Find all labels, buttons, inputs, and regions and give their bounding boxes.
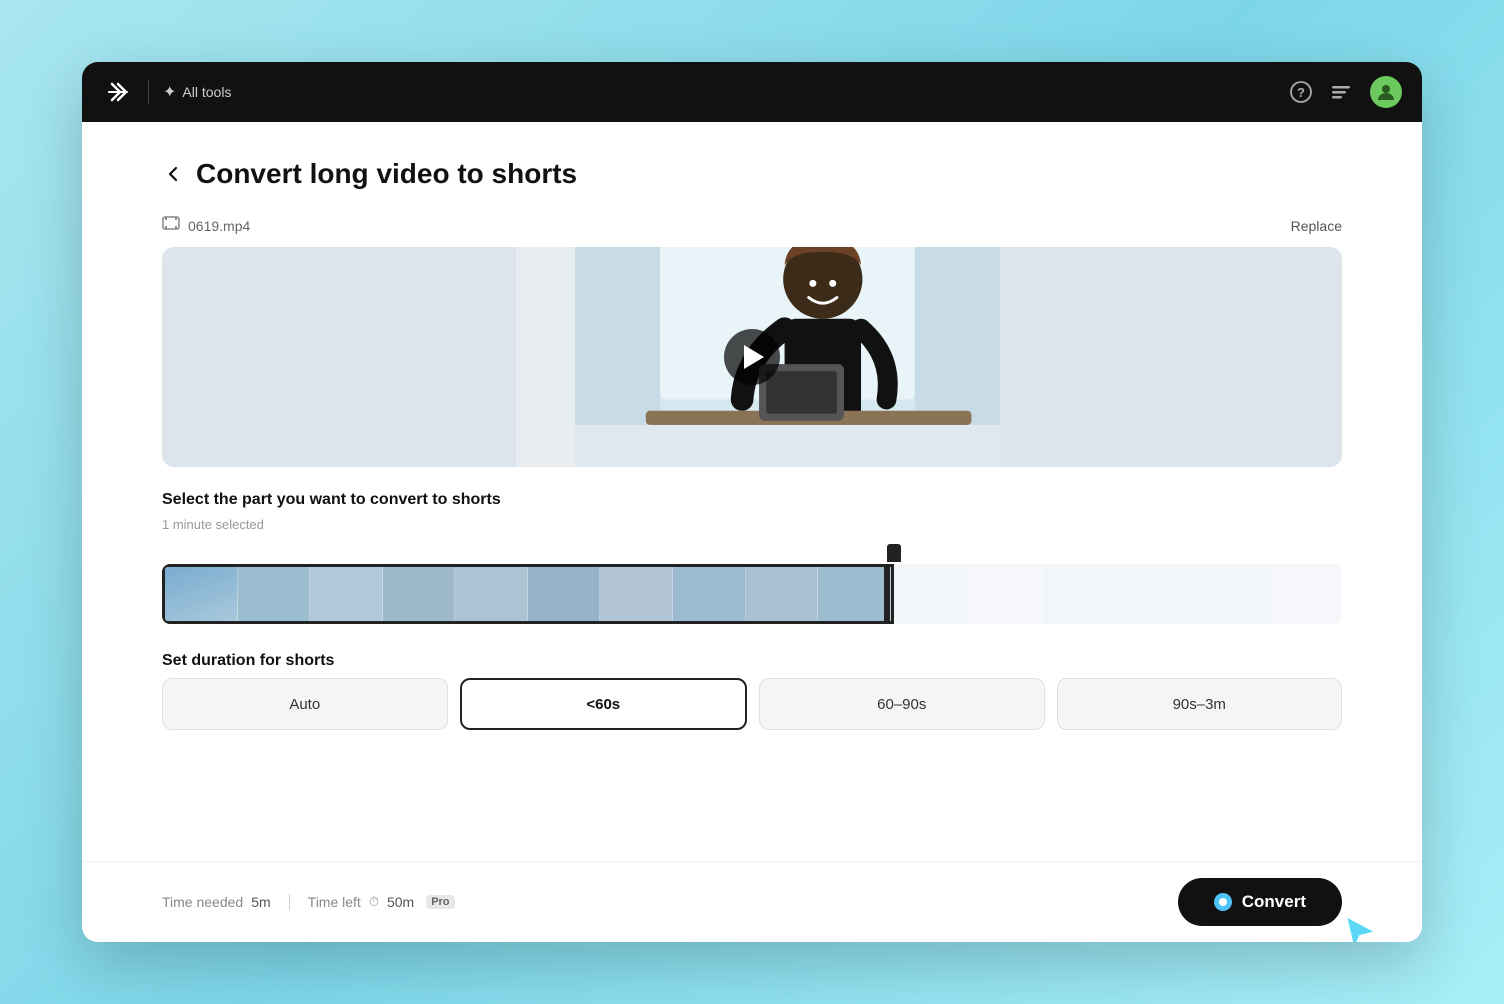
file-info-row: 0619.mp4 Replace <box>162 214 1342 237</box>
convert-section: Convert <box>1178 878 1342 926</box>
duration-buttons: Auto <60s 60–90s 90s–3m <box>162 678 1342 730</box>
video-preview <box>162 247 1342 467</box>
menu-button[interactable] <box>1330 81 1352 103</box>
play-button[interactable] <box>724 329 780 385</box>
timeline-section-label: Select the part you want to convert to s… <box>162 491 1342 509</box>
pro-badge: Pro <box>426 895 454 909</box>
filmstrip-frame <box>383 567 456 621</box>
wand-icon: ✦ <box>163 82 176 102</box>
filmstrip-frame <box>455 567 528 621</box>
footer-bar: Time needed 5m Time left ⏱ 50m Pro Conve… <box>82 861 1422 942</box>
page-title: Convert long video to shorts <box>196 158 577 190</box>
all-tools-label: All tools <box>182 84 231 100</box>
convert-dot-icon <box>1214 893 1232 911</box>
duration-section-label: Set duration for shorts <box>162 652 1342 670</box>
time-needed-label: Time needed <box>162 894 243 910</box>
filmstrip-frame <box>818 567 891 621</box>
timeline-sub-label: 1 minute selected <box>162 517 1342 532</box>
file-name-text: 0619.mp4 <box>188 218 250 234</box>
svg-text:?: ? <box>1297 85 1305 100</box>
duration-60-90s-button[interactable]: 60–90s <box>759 678 1045 730</box>
help-button[interactable]: ? <box>1290 81 1312 103</box>
duration-90s-3m-button[interactable]: 90s–3m <box>1057 678 1343 730</box>
footer-divider <box>289 894 290 910</box>
main-content: Convert long video to shorts 0619.mp4 Re… <box>82 122 1422 861</box>
logo <box>102 76 134 108</box>
convert-button[interactable]: Convert <box>1178 878 1342 926</box>
cursor-arrow <box>1338 910 1382 942</box>
timeline-section: Select the part you want to convert to s… <box>162 491 1342 624</box>
logo-icon <box>102 76 134 108</box>
back-button[interactable] <box>162 163 184 185</box>
replace-button[interactable]: Replace <box>1291 218 1342 234</box>
time-needed-value: 5m <box>251 894 270 910</box>
header-divider <box>148 80 149 104</box>
timeline-handle-top <box>887 544 901 562</box>
duration-section: Set duration for shorts Auto <60s 60–90s… <box>162 652 1342 730</box>
filmstrip-frame <box>528 567 601 621</box>
filmstrip-frame <box>746 567 819 621</box>
filmstrip-frame <box>600 567 673 621</box>
time-left-label: Time left <box>308 894 361 910</box>
video-thumbnail <box>575 247 1000 467</box>
page-header: Convert long video to shorts <box>162 158 1342 190</box>
duration-auto-button[interactable]: Auto <box>162 678 448 730</box>
timeline-handle-right[interactable] <box>884 567 891 621</box>
footer-info: Time needed 5m Time left ⏱ 50m Pro <box>162 894 455 910</box>
timeline-track[interactable] <box>162 564 1342 624</box>
header-actions: ? <box>1290 76 1402 108</box>
filmstrip-frame <box>238 567 311 621</box>
duration-60s-button[interactable]: <60s <box>460 678 748 730</box>
filmstrip-frame <box>310 567 383 621</box>
filmstrip-frame <box>165 567 238 621</box>
filmstrip-frame <box>673 567 746 621</box>
clock-icon: ⏱ <box>369 894 379 910</box>
film-icon <box>162 214 180 237</box>
user-avatar[interactable] <box>1370 76 1402 108</box>
convert-label: Convert <box>1242 892 1306 912</box>
all-tools-button[interactable]: ✦ All tools <box>163 82 231 102</box>
file-name: 0619.mp4 <box>162 214 250 237</box>
timeline-selected-region[interactable] <box>162 564 894 624</box>
app-header: ✦ All tools ? <box>82 62 1422 122</box>
time-left-value: 50m <box>387 894 414 910</box>
timeline-unselected-region <box>894 564 1342 624</box>
